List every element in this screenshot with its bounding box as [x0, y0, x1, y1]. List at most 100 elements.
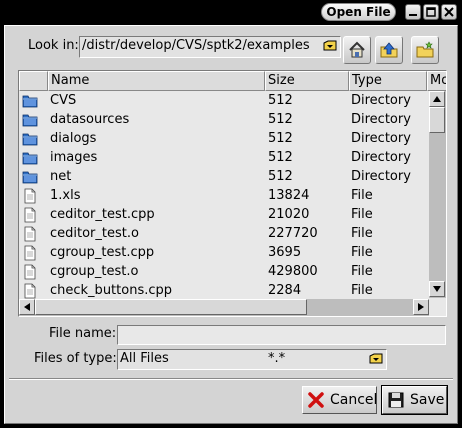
cancel-x-icon	[308, 392, 324, 408]
files-of-type-name: All Files	[120, 351, 169, 366]
files-of-type-pattern: *.*	[268, 351, 286, 366]
look-in-combo[interactable]: /distr/develop/CVS/sptk2/examples	[79, 36, 341, 58]
minimize-button[interactable]	[405, 4, 421, 20]
up-folder-button[interactable]	[375, 36, 403, 64]
arrow-left-icon	[24, 303, 30, 311]
file-size-cell: 429800	[268, 264, 318, 279]
look-in-path: /distr/develop/CVS/sptk2/examples	[82, 38, 310, 53]
file-row[interactable]: net 512 Directory	[19, 168, 431, 187]
file-row[interactable]: images 512 Directory	[19, 149, 431, 168]
file-name-cell: CVS	[50, 93, 77, 108]
file-size-cell: 21020	[268, 207, 310, 222]
file-name-cell: ceditor_test.cpp	[50, 207, 155, 222]
maximize-button[interactable]	[423, 4, 439, 20]
file-icon	[24, 245, 36, 261]
save-label: Save	[410, 392, 445, 408]
new-folder-button[interactable]	[411, 36, 439, 64]
file-name-cell: 1.xls	[50, 188, 81, 203]
column-header-modified[interactable]: Mo	[427, 71, 446, 91]
folder-up-icon	[380, 42, 398, 58]
file-name-label: File name:	[49, 326, 117, 341]
horizontal-scroll-thumb[interactable]	[35, 299, 307, 315]
file-size-cell: 512	[268, 93, 293, 108]
file-size-cell: 227720	[268, 226, 318, 241]
file-row[interactable]: 1.xls 13824 File	[19, 187, 431, 206]
file-row[interactable]: ceditor_test.o 227720 File	[19, 225, 431, 244]
file-name-input[interactable]	[117, 325, 446, 345]
file-size-cell: 2284	[268, 283, 302, 298]
scroll-right-button[interactable]	[413, 299, 429, 315]
file-icon	[24, 226, 36, 242]
scroll-up-button[interactable]	[429, 91, 445, 107]
file-row[interactable]: ceditor_test.cpp 21020 File	[19, 206, 431, 225]
cancel-label: Cancel	[330, 392, 378, 408]
home-button[interactable]	[343, 36, 371, 64]
title-bar[interactable]: Open File	[0, 0, 462, 24]
file-size-cell: 512	[268, 112, 293, 127]
file-type-cell: Directory	[351, 150, 411, 165]
files-of-type-combo[interactable]: All Files *.*	[117, 349, 387, 370]
file-list[interactable]: Name Size Type Mo CVS512Directorydatasou…	[18, 70, 447, 317]
file-icon	[24, 188, 36, 204]
column-header-type[interactable]: Type	[349, 71, 427, 91]
file-type-cell: File	[351, 264, 373, 279]
dropdown-icon[interactable]	[369, 352, 383, 366]
separator	[9, 378, 453, 380]
arrow-right-icon	[418, 303, 424, 311]
file-name-cell: cgroup_test.cpp	[50, 245, 155, 260]
file-size-cell: 512	[268, 131, 293, 146]
folder-icon	[22, 171, 38, 184]
floppy-disk-icon	[388, 392, 404, 408]
cancel-button[interactable]: Cancel	[302, 386, 377, 414]
arrow-down-icon	[433, 286, 441, 292]
file-type-cell: Directory	[351, 131, 411, 146]
new-folder-icon	[416, 41, 434, 58]
file-name-cell: images	[50, 150, 98, 165]
file-size-cell: 512	[268, 169, 293, 184]
minimize-icon	[409, 14, 417, 16]
file-type-cell: File	[351, 226, 373, 241]
file-type-cell: File	[351, 283, 373, 298]
scroll-left-button[interactable]	[19, 299, 35, 315]
column-header-size[interactable]: Size	[265, 71, 349, 91]
home-icon	[349, 41, 365, 58]
dialog-body: Look in: /distr/develop/CVS/sptk2/exampl…	[4, 25, 458, 424]
file-row[interactable]: cgroup_test.o 429800 File	[19, 263, 431, 282]
folder-icon	[22, 152, 38, 165]
file-type-cell: File	[351, 245, 373, 260]
file-row[interactable]: dialogs 512 Directory	[19, 130, 431, 149]
file-type-cell: Directory	[351, 169, 411, 184]
file-name-cell: dialogs	[50, 131, 97, 146]
vertical-scrollbar[interactable]	[429, 91, 446, 298]
file-icon	[24, 264, 36, 280]
arrow-up-icon	[433, 96, 441, 102]
scroll-down-button[interactable]	[429, 281, 445, 297]
file-name-cell: cgroup_test.o	[50, 264, 139, 279]
file-type-cell: Directory	[351, 93, 411, 108]
file-row[interactable]: datasources 512 Directory	[19, 111, 431, 130]
file-row[interactable]: CVS 512 Directory	[19, 92, 431, 111]
file-icon	[24, 283, 36, 299]
window-title: Open File	[321, 3, 396, 21]
file-type-cell: File	[351, 188, 373, 203]
file-name-cell: ceditor_test.o	[50, 226, 139, 241]
file-size-cell: 13824	[268, 188, 310, 203]
look-in-label: Look in:	[28, 38, 79, 53]
file-name-cell: datasources	[50, 112, 130, 127]
file-size-cell: 512	[268, 150, 293, 165]
column-header-icon[interactable]	[19, 71, 48, 91]
horizontal-scrollbar[interactable]	[19, 299, 429, 316]
file-size-cell: 3695	[268, 245, 302, 260]
column-header-name[interactable]: Name	[48, 71, 265, 91]
files-of-type-label: Files of type:	[34, 351, 117, 366]
dropdown-icon[interactable]	[323, 39, 337, 53]
file-row[interactable]: cgroup_test.cpp 3695 File	[19, 244, 431, 263]
file-name-cell: check_buttons.cpp	[50, 283, 172, 298]
close-button[interactable]	[441, 4, 457, 20]
folder-icon	[22, 95, 38, 108]
save-button[interactable]: Save	[381, 385, 448, 415]
vertical-scroll-thumb[interactable]	[429, 107, 445, 133]
file-type-cell: Directory	[351, 112, 411, 127]
close-icon	[444, 7, 454, 17]
open-file-dialog: Open File Look in: /distr/develop/CVS/sp…	[0, 0, 462, 428]
